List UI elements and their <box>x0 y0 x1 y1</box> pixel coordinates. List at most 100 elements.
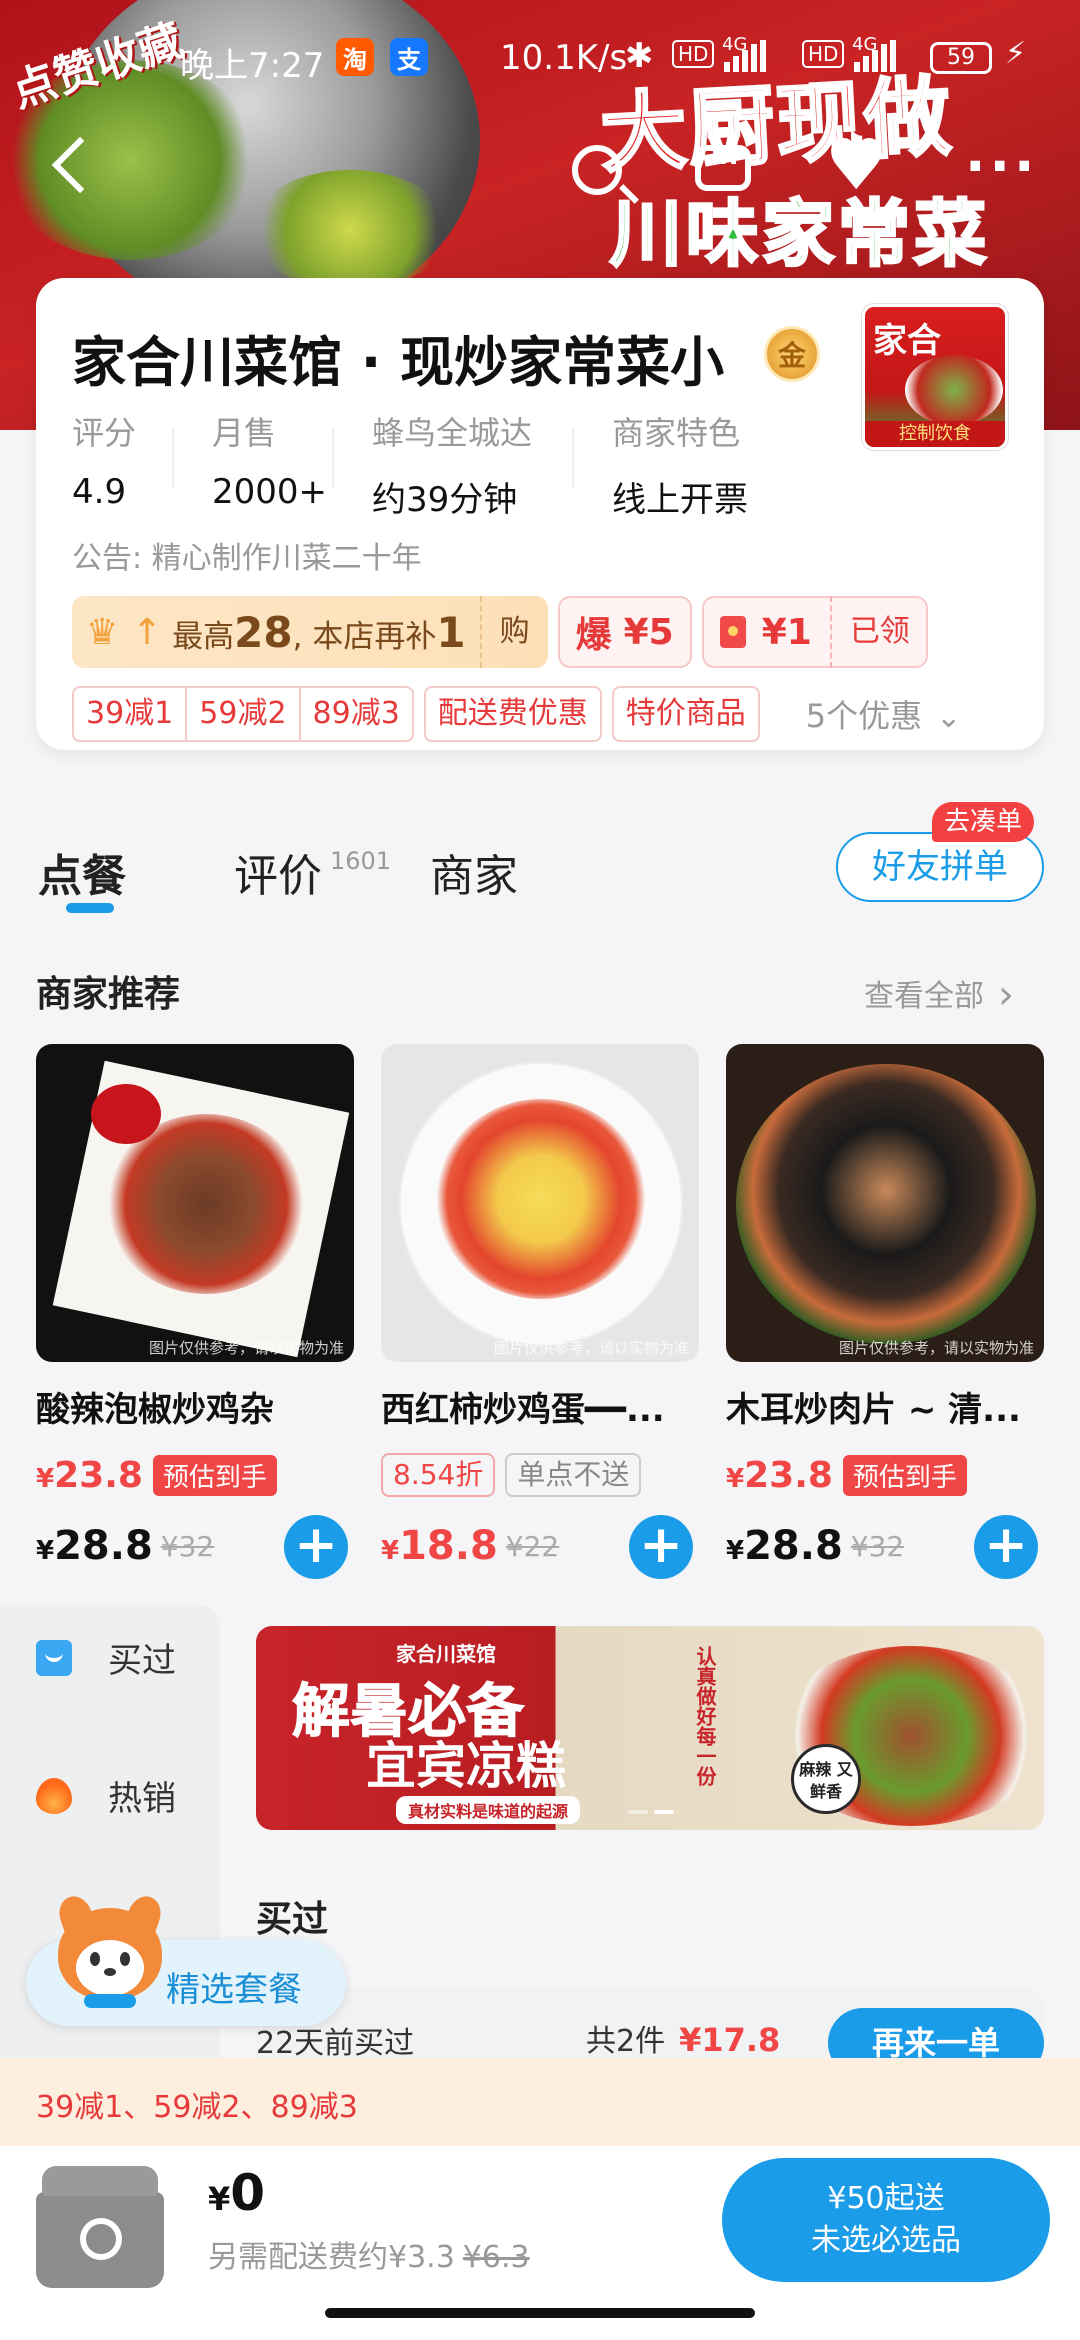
network-speed: 10.1K/s <box>500 38 628 78</box>
dish-name: 西红柿炒鸡蛋━━... <box>381 1390 665 1430</box>
stat-label: 月售 <box>212 414 277 452</box>
bao-coupon[interactable]: 爆 ¥5 <box>557 596 692 668</box>
more-icon[interactable]: ··· <box>965 140 1039 194</box>
dish-card[interactable]: 图片仅供参考，请以实物为准 西红柿炒鸡蛋━━... 8.54折 单点不送 ¥18… <box>381 1044 699 1579</box>
favorite-heart-icon[interactable]: ♥ <box>825 130 888 200</box>
sidebar-item-hot[interactable]: 热销 <box>36 1771 176 1820</box>
dish-image[interactable]: 图片仅供参考，请以实物为准 <box>36 1044 354 1362</box>
vegetable-image <box>250 170 450 290</box>
charging-icon: ⚡ <box>1005 36 1027 71</box>
dish-card[interactable]: 图片仅供参考，请以实物为准 酸辣泡椒炒鸡杂 ¥23.8 预估到手 ¥28.8 ¥… <box>36 1044 354 1579</box>
tab-reviews[interactable]: 评价 1601 <box>234 840 391 904</box>
gold-medal-icon[interactable]: 金 <box>764 326 820 382</box>
dish-estimate-row: ¥23.8 预估到手 <box>36 1453 354 1497</box>
store-logo[interactable]: 家合 控制饮食 <box>862 304 1008 450</box>
signal-icon <box>854 40 896 72</box>
stat-rating: 评分 4.9 <box>72 408 212 521</box>
dish-price-row: ¥18.8 ¥22 + <box>381 1515 699 1579</box>
add-to-cart-button[interactable]: + <box>284 1515 348 1579</box>
coupon-item: 39减1 <box>86 696 174 731</box>
dish-name: 木耳炒肉片 ~ 清... <box>726 1390 1021 1430</box>
dish-image[interactable]: 图片仅供参考，请以实物为准 <box>381 1044 699 1362</box>
logo-text: 家合 <box>873 321 941 361</box>
checkout-button[interactable]: ¥50起送 未选必选品 <box>722 2158 1050 2282</box>
more-coupons-toggle[interactable]: 5个优惠 <box>806 691 962 737</box>
stat-value: 2000+ <box>212 472 328 512</box>
estimate-tag: 预估到手 <box>152 1454 277 1496</box>
store-name[interactable]: 家合川菜馆 · 现炒家常菜小 <box>72 318 772 397</box>
logo-dish-image <box>905 355 1003 425</box>
shiba-mascot-icon <box>54 1891 166 2020</box>
status-time: 晚上7:27 <box>180 46 325 86</box>
image-disclaimer: 图片仅供参考，请以实物为准 <box>148 1339 344 1357</box>
fire-icon <box>36 1777 72 1814</box>
special-goods-coupon[interactable]: 特价商品 <box>611 686 760 742</box>
stat-value: 线上开票 <box>612 480 748 520</box>
coupon-row: 39减1 59减2 89减3 配送费优惠 特价商品 5个优惠 <box>72 686 961 742</box>
promo-text: 最高28, 本店再补1 <box>172 607 466 657</box>
coupon-item: 59减2 <box>185 688 298 740</box>
dish-image[interactable]: 图片仅供参考，请以实物为准 <box>726 1044 1044 1362</box>
image-disclaimer: 图片仅供参考，请以实物为准 <box>838 1339 1034 1357</box>
dish-price: ¥28.8 <box>726 1523 843 1569</box>
dish-card[interactable]: 图片仅供参考，请以实物为准 木耳炒肉片 ~ 清... ¥23.8 预估到手 ¥2… <box>726 1044 1044 1579</box>
checkout-min-text: ¥50起送 <box>827 2181 945 2216</box>
sidebar-item-label: 买过 <box>108 1641 176 1681</box>
tab-order[interactable]: 点餐 <box>38 840 126 904</box>
banner-badge: 麻辣 又鲜香 <box>791 1744 861 1814</box>
discount-strip-text: 39减1、59减2、89减3 <box>36 2090 358 2125</box>
dish-name: 酸辣泡椒炒鸡杂 <box>36 1390 274 1430</box>
full-reduction-coupons[interactable]: 39减1 59减2 89减3 <box>72 686 414 742</box>
add-to-cart-button[interactable]: + <box>629 1515 693 1579</box>
discount-strip: 39减1、59减2、89减3 <box>0 2058 1080 2146</box>
no-single-delivery-tag: 单点不送 <box>505 1453 642 1497</box>
order-total: 共2件 ¥17.8 <box>586 2021 781 2059</box>
red-packet-coupon[interactable]: ¥1 已领 <box>701 596 928 668</box>
discount-tag: 8.54折 <box>381 1453 496 1497</box>
promo-banner[interactable]: 家合川菜馆 解暑必备 宜宾凉糕 真材实料是味道的起源 认真做好每一份 麻辣 又鲜… <box>256 1626 1044 1830</box>
featured-combo-button[interactable]: 精选套餐 <box>26 1891 346 2026</box>
hd-icon: HD <box>672 40 715 68</box>
red-packet-amount: ¥1 <box>761 611 812 653</box>
section-title: 买过 <box>256 1899 329 1940</box>
crown-icon: ♛ <box>86 612 119 653</box>
battery-icon: 59 <box>930 42 992 74</box>
member-promo-banner[interactable]: ♛ ↑ 最高28, 本店再补1 购 <box>72 596 548 668</box>
sidebar-item-bought[interactable]: 买过 <box>36 1633 176 1682</box>
alipay-icon: 支 <box>390 38 428 76</box>
stat-value: 4.9 <box>72 472 127 512</box>
claimed-label: 已领 <box>829 596 910 668</box>
group-order-badge[interactable]: 去凑单 <box>932 802 1035 842</box>
stat-label: 蜂鸟全城达 <box>372 414 533 452</box>
stat-delivery-time: 蜂鸟全城达 约39分钟 <box>332 408 612 521</box>
banner-subheadline: 宜宾凉糕 <box>366 1736 566 1795</box>
dish-tags-row: 8.54折 单点不送 <box>381 1453 699 1497</box>
promo-buy-button[interactable]: 购 <box>479 596 548 668</box>
estimated-price: ¥23.8 <box>36 1454 143 1496</box>
dish-price-row: ¥28.8 ¥32 + <box>726 1515 1044 1579</box>
estimate-tag: 预估到手 <box>842 1454 967 1496</box>
view-all-link[interactable]: 查看全部 <box>864 970 1014 1016</box>
delivery-fee-coupon[interactable]: 配送费优惠 <box>423 686 602 742</box>
recommend-title: 商家推荐 <box>36 974 181 1015</box>
banner-store-tag: 家合川菜馆 <box>396 1642 496 1666</box>
search-icon[interactable] <box>572 145 622 195</box>
cart-box-icon[interactable] <box>36 2160 164 2288</box>
store-stats[interactable]: 评分 4.9 月售 2000+ 蜂鸟全城达 约39分钟 商家特色 线上开票 <box>72 408 812 521</box>
tab-merchant[interactable]: 商家 <box>430 840 518 904</box>
store-notice[interactable]: 公告: 精心制作川菜二十年 <box>72 533 422 577</box>
banner-slogan: 真材实料是味道的起源 <box>396 1796 581 1824</box>
stat-label: 评分 <box>72 414 137 452</box>
add-to-cart-button[interactable]: + <box>974 1515 1038 1579</box>
group-order-button[interactable]: 好友拼单 <box>836 832 1044 902</box>
chat-icon[interactable] <box>695 145 751 191</box>
sidebar-item-label: 热销 <box>108 1779 176 1819</box>
bao-label: 爆 <box>575 615 612 656</box>
red-packet-icon <box>719 616 746 648</box>
active-tab-indicator <box>66 903 114 913</box>
hero-subtitle: 川味家常菜 <box>608 190 991 278</box>
logo-bottom-text: 控制饮食 <box>865 421 1005 447</box>
home-indicator[interactable] <box>325 2308 755 2318</box>
dish-old-price: ¥22 <box>505 1529 560 1563</box>
estimated-price: ¥23.8 <box>726 1454 833 1496</box>
